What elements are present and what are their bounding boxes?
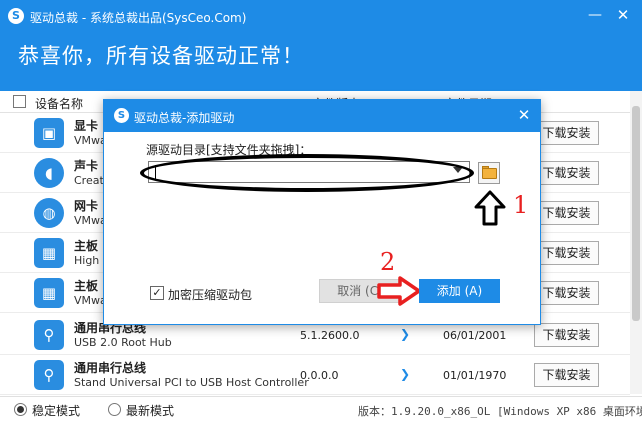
device-model: Stand Universal PCI to USB Host Controll… [74,376,309,389]
device-title: 网卡 [74,199,99,213]
download-install-button[interactable]: 下载安装 [534,363,599,387]
chevron-down-icon[interactable]: ❯ [400,367,410,381]
source-dir-label: 源驱动目录[支持文件夹拖拽]： [146,143,312,157]
select-all-checkbox[interactable] [13,95,26,108]
annotation-number-1: 1 [513,191,529,219]
version-text: 版本：1.9.20.0_x86_OL [Windows XP x86 桌面环境] [358,405,642,418]
annotation-up-arrow-icon [474,190,506,226]
stable-mode-label[interactable]: 稳定模式 [32,402,80,419]
add-driver-dialog: S 驱动总裁-添加驱动 ✕ 源驱动目录[支持文件夹拖拽]： 1 2 ✓ 加密压缩… [103,99,541,325]
dialog-close-button[interactable]: ✕ [514,105,534,125]
file-date: 06/01/2001 [443,329,507,342]
close-button[interactable]: ✕ [610,4,636,26]
device-title: 显卡 [74,119,99,133]
usb-icon: ⚲ [34,360,64,390]
status-headline: 恭喜你，所有设备驱动正常！ [18,44,304,68]
download-install-button[interactable]: 下载安装 [534,201,599,225]
minimize-button[interactable]: — [582,4,608,26]
chevron-down-icon[interactable]: ❯ [400,327,410,341]
globe-icon: ◍ [34,198,64,228]
dropdown-arrow-icon[interactable] [453,167,463,173]
usb-icon: ⚲ [34,320,64,350]
app-title: 驱动总裁 - 系统总裁出品(SysCeo.Com) [30,11,247,25]
device-model: VMwa [74,294,107,307]
download-install-button[interactable]: 下载安装 [534,121,599,145]
latest-mode-label[interactable]: 最新模式 [126,402,174,419]
annotation-right-arrow-icon [377,276,421,306]
title-bar[interactable]: S 驱动总裁 - 系统总裁出品(SysCeo.Com) — ✕ [0,0,642,32]
encrypt-checkbox[interactable]: ✓ [150,286,164,300]
device-title: 通用串行总线 [74,361,147,375]
folder-icon [482,168,497,179]
source-dir-combobox[interactable] [148,161,470,183]
device-title: 声卡 [74,159,99,173]
annotation-number-2: 2 [380,248,396,276]
device-model: VMwa [74,134,107,147]
device-model: USB 2.0 Root Hub [74,336,172,349]
file-date: 01/01/1970 [443,369,507,382]
board-icon: ▦ [34,278,64,308]
file-version: 5.1.2600.0 [300,329,360,342]
download-install-button[interactable]: 下载安装 [534,241,599,265]
device-title: 主板 [74,279,99,293]
file-version: 0.0.0.0 [300,369,339,382]
column-device-name: 设备名称 [35,97,84,111]
browse-folder-button[interactable] [478,162,500,184]
dialog-title: 驱动总裁-添加驱动 [134,111,235,125]
text-caret [155,165,156,179]
add-button[interactable]: 添加 (A) [419,279,500,303]
download-install-button[interactable]: 下载安装 [534,161,599,185]
speaker-icon: ◖ [34,158,64,188]
board-icon: ▦ [34,238,64,268]
stable-mode-radio[interactable] [14,403,27,416]
app-logo-icon: S [114,108,129,123]
list-scrollbar[interactable] [630,91,642,394]
latest-mode-radio[interactable] [108,403,121,416]
device-model: Creati [74,174,107,187]
download-install-button[interactable]: 下载安装 [534,323,599,347]
download-install-button[interactable]: 下载安装 [534,281,599,305]
app-header: S 驱动总裁 - 系统总裁出品(SysCeo.Com) — ✕ 恭喜你，所有设备… [0,0,642,91]
monitor-icon: ▣ [34,118,64,148]
device-title: 主板 [74,239,99,253]
dialog-title-bar[interactable]: S 驱动总裁-添加驱动 ✕ [104,100,540,132]
device-model: VMwa [74,214,107,227]
app-logo-icon: S [8,8,24,24]
status-bar: 稳定模式 最新模式 版本：1.9.20.0_x86_OL [Windows XP… [0,396,642,421]
scrollbar-thumb[interactable] [632,106,640,321]
device-row-usb-host: ⚲ 通用串行总线 Stand Universal PCI to USB Host… [0,355,630,395]
encrypt-label[interactable]: 加密压缩驱动包 [168,286,252,303]
